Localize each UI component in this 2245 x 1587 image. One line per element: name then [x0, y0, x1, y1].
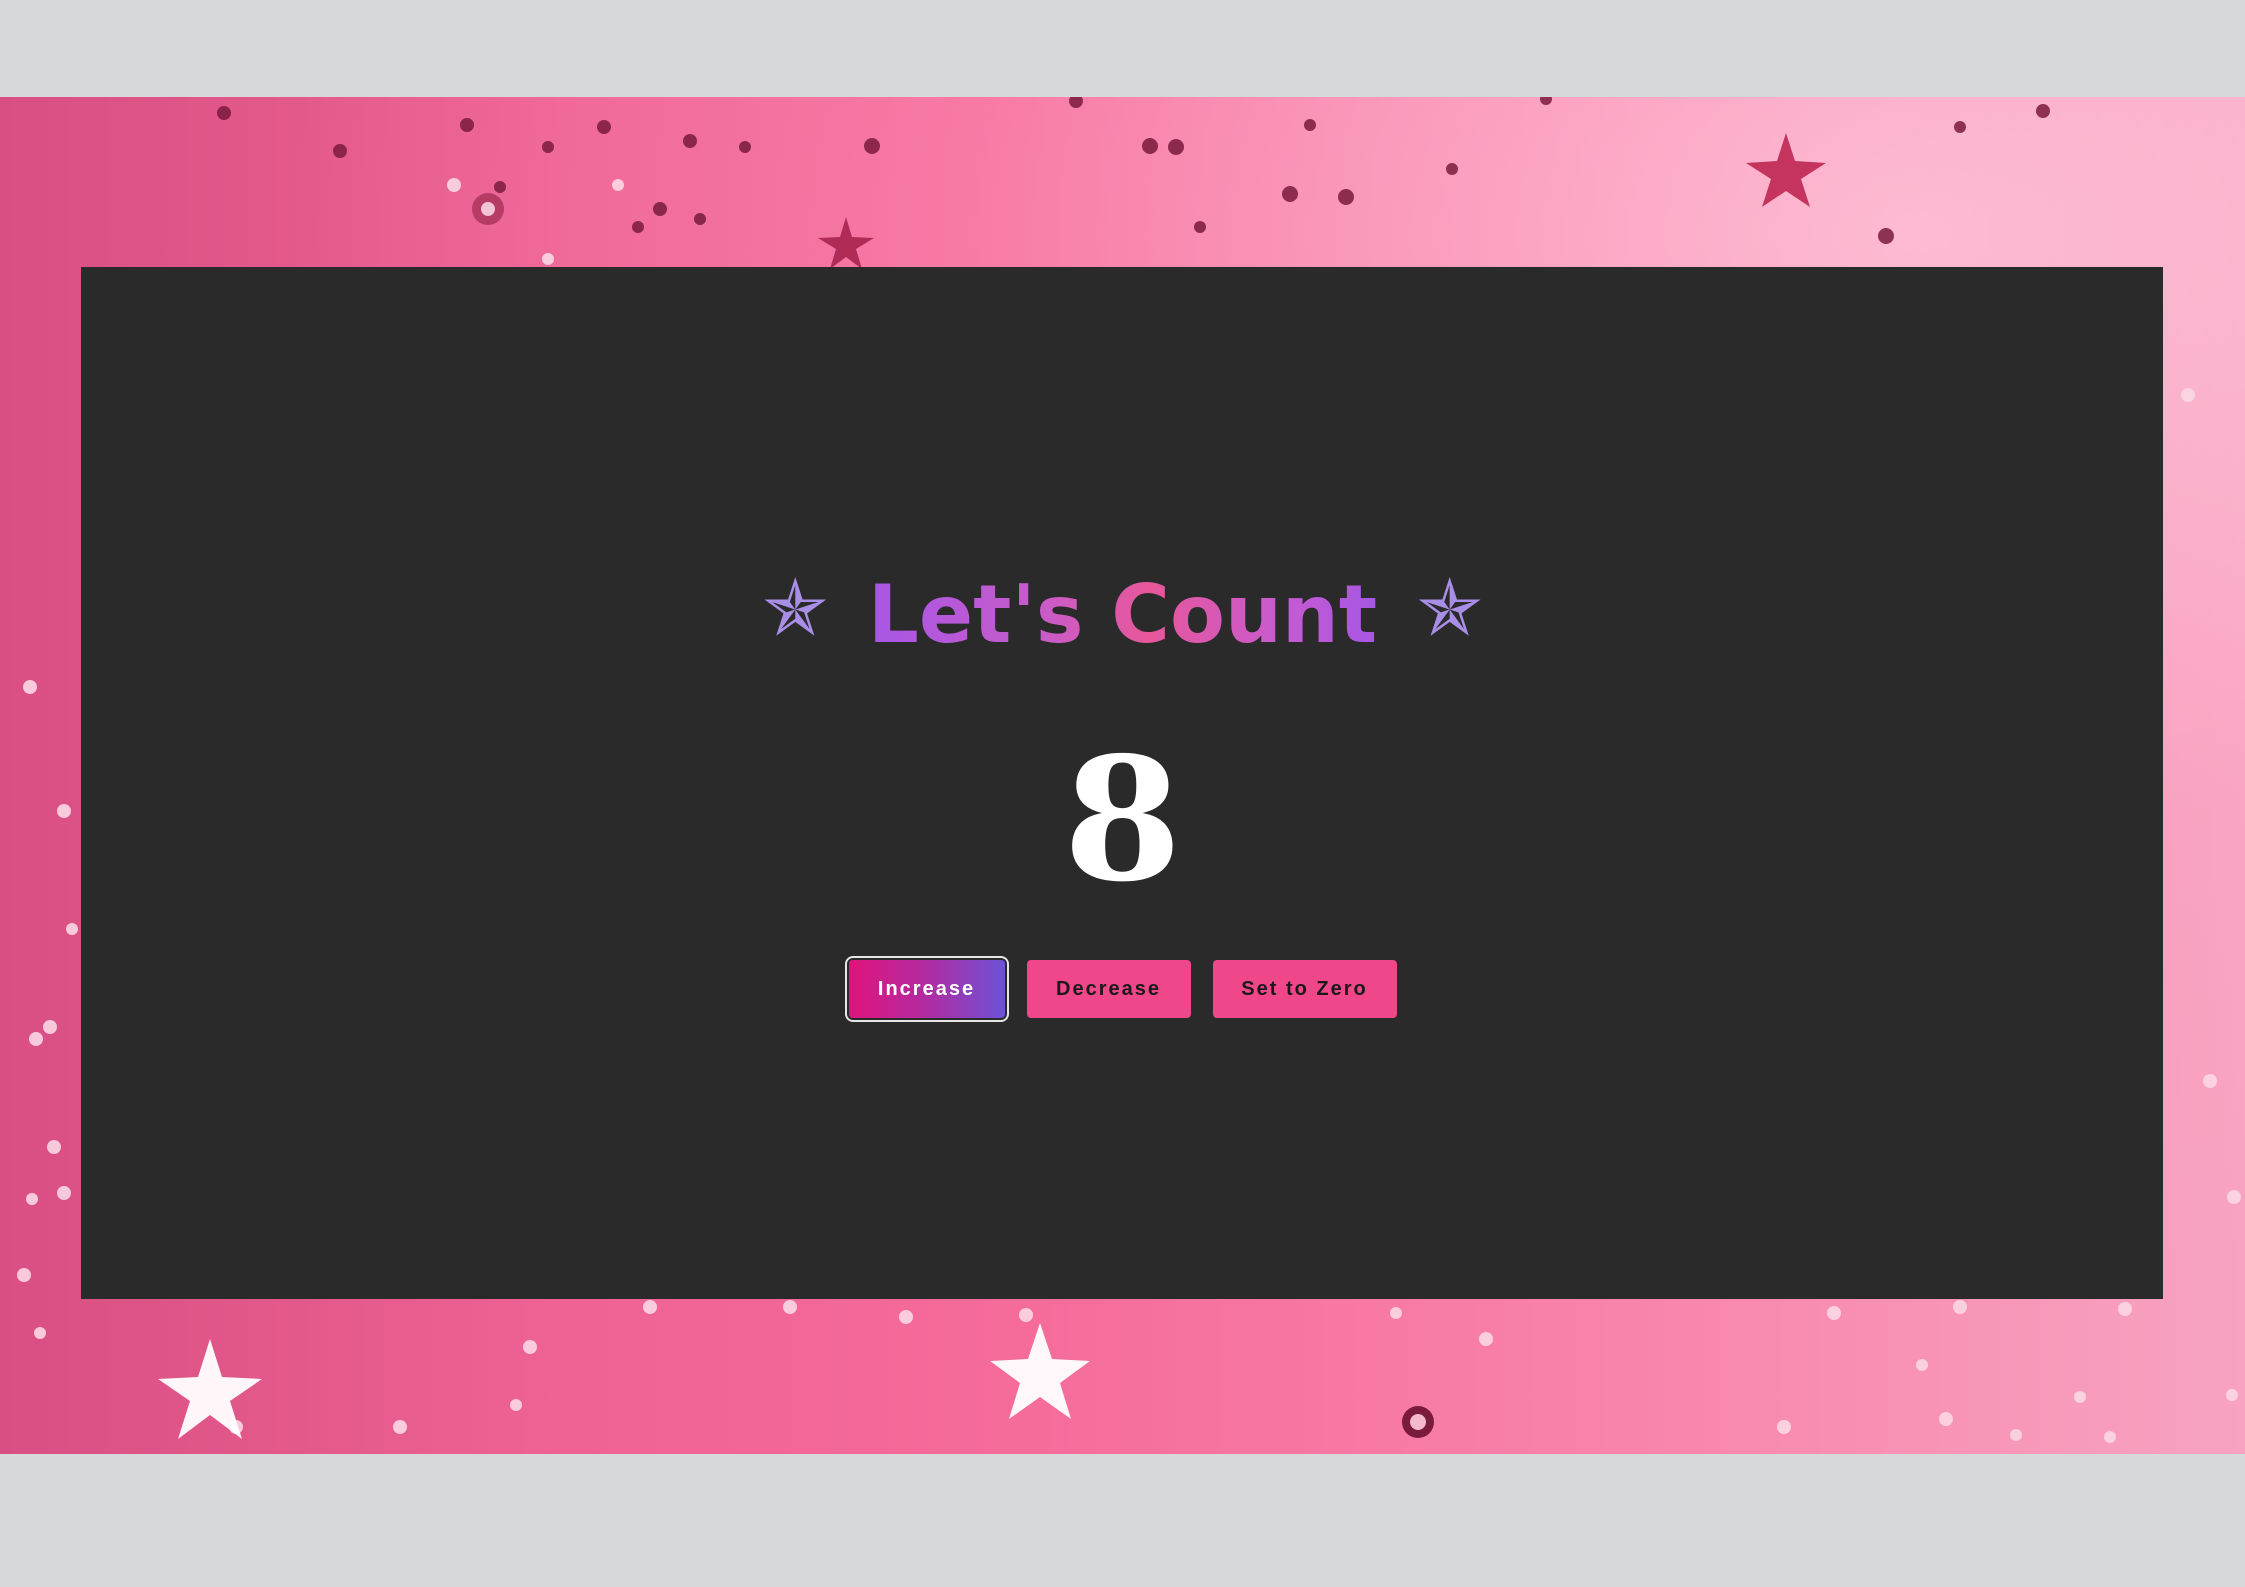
counter-value: 8	[1063, 720, 1182, 920]
increase-button[interactable]: Increase	[848, 960, 1005, 1018]
set-to-zero-button[interactable]: Set to Zero	[1212, 960, 1397, 1018]
decrease-button[interactable]: Decrease	[1026, 960, 1191, 1018]
page-title: ✯ Let's Count ✯	[0, 560, 2245, 665]
star-icon: ✯	[762, 564, 828, 655]
star-icon: ✯	[1416, 564, 1483, 655]
button-row: Increase Decrease Set to Zero	[0, 960, 2245, 1018]
page: ✯ Let's Count ✯ 8 Increase Decrease Set …	[0, 0, 2245, 1587]
title-text: Let's Count	[856, 568, 1389, 661]
